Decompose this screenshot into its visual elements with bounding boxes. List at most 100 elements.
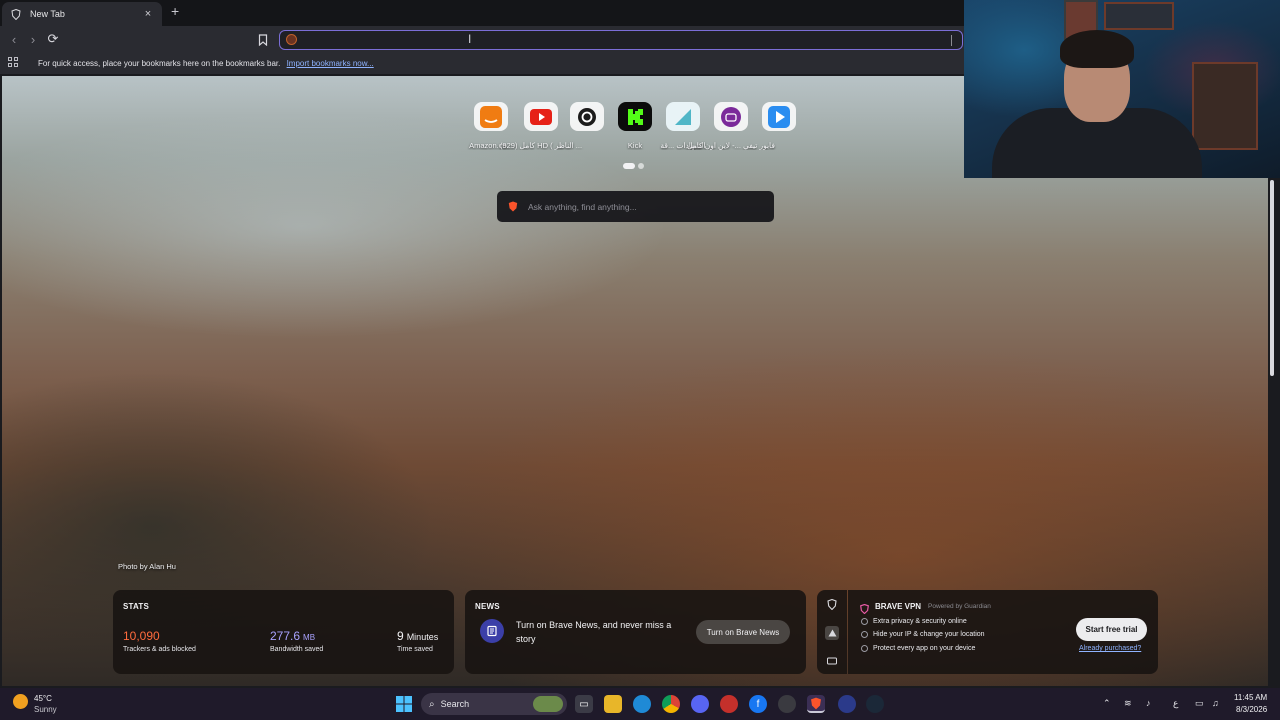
bookmarks-hint: For quick access, place your bookmarks h…	[38, 59, 281, 68]
file-explorer-icon[interactable]	[604, 695, 622, 713]
wall-poster	[1192, 62, 1258, 150]
monitor-icon[interactable]: ▭	[1195, 698, 1204, 709]
bookmarks-bar-message: For quick access, place your bookmarks h…	[38, 59, 374, 68]
text-cursor-icon: I	[468, 32, 472, 46]
import-bookmarks-link[interactable]: Import bookmarks now...	[287, 59, 374, 68]
reload-button[interactable]: ⟳	[45, 31, 61, 47]
check-icon	[861, 645, 868, 652]
discord-icon[interactable]	[691, 695, 709, 713]
clock-date[interactable]: 8/3/2026	[1236, 705, 1267, 714]
forward-button[interactable]: ›	[25, 31, 41, 47]
fabor-tv-icon	[714, 102, 748, 131]
ea-app-icon[interactable]	[838, 695, 856, 713]
certificate-icon	[666, 102, 700, 131]
rewards-triangle-icon[interactable]	[825, 626, 839, 640]
search-placeholder: Ask anything, find anything...	[528, 201, 637, 212]
vpn-feature: Extra privacy & security online	[861, 618, 967, 625]
wall-sign	[1104, 2, 1174, 30]
trackers-blocked-value: 10,090	[123, 629, 160, 643]
windows-start-icon[interactable]	[395, 695, 413, 713]
time-value: 9	[397, 629, 404, 643]
facebook-icon[interactable]: f	[749, 695, 767, 713]
toolbar-divider	[951, 35, 952, 46]
vpn-feature-text: Protect every app on your device	[873, 645, 976, 652]
scrollbar-thumb[interactable]	[1270, 180, 1274, 376]
already-purchased-link[interactable]: Already purchased?	[1079, 645, 1141, 652]
weather-temperature[interactable]: 45°C	[34, 694, 52, 703]
chrome-icon[interactable]	[662, 695, 680, 713]
check-icon	[861, 631, 868, 638]
close-tab-icon[interactable]: ×	[142, 8, 154, 20]
vpn-feature-text: Hide your IP & change your location	[873, 631, 985, 638]
apps-grid-icon[interactable]	[8, 57, 18, 67]
top-site-label: (929) كامل HD ( الناظر ...	[499, 141, 583, 150]
check-icon	[861, 618, 868, 625]
kick-icon	[618, 102, 652, 131]
search-highlight-icon	[533, 696, 563, 712]
amazon-icon	[474, 102, 508, 131]
news-message: Turn on Brave News, and never miss a sto…	[516, 620, 672, 644]
pager-dot-active[interactable]	[623, 163, 635, 169]
top-site-player[interactable]	[755, 102, 803, 141]
turn-on-brave-news-button[interactable]: Turn on Brave News	[696, 620, 790, 644]
bandwidth-value: 277.6	[270, 629, 301, 643]
vpn-feature: Protect every app on your device	[861, 645, 975, 652]
bandwidth-unit: MB	[303, 633, 316, 642]
search-box[interactable]: Ask anything, find anything...	[497, 191, 774, 222]
weather-sun-icon[interactable]	[13, 694, 28, 709]
show-hidden-icons[interactable]: ⌃	[1103, 698, 1111, 709]
start-free-trial-button[interactable]: Start free trial	[1076, 618, 1147, 641]
steam-icon[interactable]	[866, 695, 884, 713]
search-icon: ⌕	[429, 698, 435, 710]
edge-icon[interactable]	[633, 695, 651, 713]
weather-condition[interactable]: Sunny	[34, 705, 57, 714]
bookmark-icon[interactable]	[258, 33, 270, 47]
bandwidth-saved: 277.6 MB	[270, 629, 315, 643]
news-icon	[480, 619, 504, 643]
trackers-blocked-caption: Trackers & ads blocked	[123, 646, 196, 653]
brave-lion-icon	[508, 201, 518, 212]
vpn-logo-icon	[860, 601, 869, 619]
webcam-overlay	[964, 0, 1280, 178]
vpn-feature-text: Extra privacy & security online	[873, 618, 967, 625]
play-icon	[762, 102, 796, 131]
red-app-icon[interactable]	[720, 695, 738, 713]
network-icon[interactable]: ≋	[1124, 698, 1132, 709]
time-saved: 9 Minutes	[397, 629, 438, 643]
time-unit: Minutes	[406, 632, 439, 642]
back-button[interactable]: ‹	[6, 31, 22, 47]
youtube-icon	[524, 102, 558, 131]
top-site-kick[interactable]: Kick	[611, 102, 659, 150]
clock-time[interactable]: 11:45 AM	[1234, 693, 1267, 702]
top-site-fabor-tv[interactable]: فابور تيفي ...- لاين اون كامل	[687, 102, 775, 150]
vpn-shield-icon[interactable]	[826, 598, 838, 610]
stats-title: STATS	[123, 602, 150, 611]
address-bar[interactable]	[279, 30, 963, 50]
brave-search-icon	[286, 34, 297, 45]
brave-taskbar-icon[interactable]	[807, 695, 825, 713]
vpn-powered-by: Powered by Guardian	[928, 603, 991, 610]
top-site-youtube[interactable]: (929) كامل HD ( الناظر ...	[500, 102, 582, 150]
time-caption: Time saved	[397, 646, 433, 653]
microphone-icon[interactable]: ♪	[1146, 698, 1151, 708]
brave-tab-icon	[10, 8, 22, 20]
taskbar-search[interactable]: ⌕ Search	[421, 693, 567, 715]
task-view-icon[interactable]: ▭	[575, 695, 593, 713]
github-icon[interactable]	[778, 695, 796, 713]
new-tab-button[interactable]: +	[171, 3, 179, 19]
person-hair	[1060, 30, 1134, 68]
volume-icon[interactable]: ♫	[1212, 698, 1219, 708]
top-site-label: Kick	[627, 141, 643, 150]
input-language[interactable]: ع	[1173, 698, 1178, 709]
screen: New Tab × + ‹ › ⟳ I For quick access, pl…	[0, 0, 1280, 720]
pager-dot[interactable]	[638, 163, 644, 169]
top-site-label: فابور تيفي ...- لاين اون كامل	[687, 141, 775, 150]
tab-title: New Tab	[30, 9, 65, 19]
threads-icon	[570, 102, 604, 131]
top-sites-pager	[623, 163, 645, 169]
top-site-threads[interactable]	[563, 102, 611, 141]
top-sites: Amazon.co... (929) كامل HD ( الناظر ... …	[466, 102, 806, 158]
photo-credit[interactable]: Photo by Alan Hu	[118, 562, 176, 571]
tab-new-tab[interactable]: New Tab ×	[2, 2, 162, 26]
talk-camera-icon[interactable]	[826, 655, 838, 667]
